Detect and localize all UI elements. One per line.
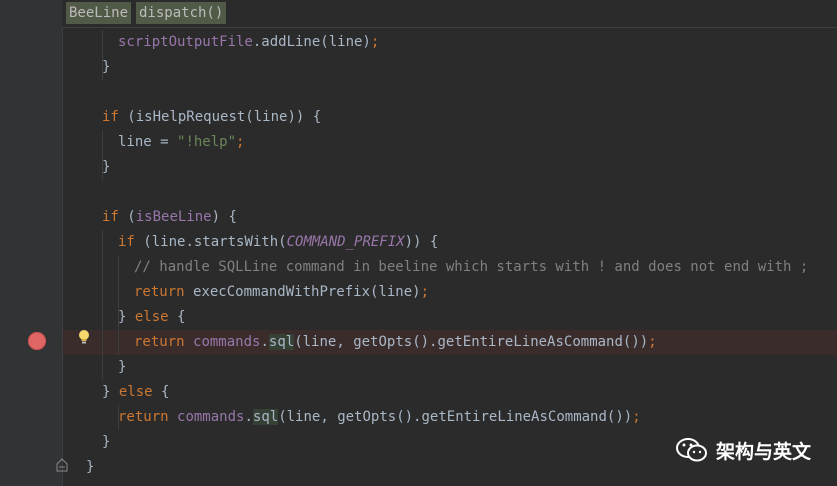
code-token: if [102,109,128,125]
code-token: scriptOutputFile [118,34,253,50]
code-text: } [102,155,110,180]
code-token: else [134,309,178,325]
code-token: ; [648,334,657,350]
code-token: COMMAND_PREFIX [286,234,405,250]
code-line[interactable] [63,180,837,205]
editor-gutter[interactable] [0,0,63,486]
code-line[interactable]: if (isHelpRequest(line)) { [63,105,837,130]
code-token: } [118,309,135,325]
code-line[interactable]: } [63,55,837,80]
code-line-breakpoint[interactable]: return commands.sql(line, getOpts().getE… [63,330,837,355]
code-text: if (line.startsWith(COMMAND_PREFIX)) { [118,230,438,255]
code-token: return [134,284,194,300]
breadcrumb-class[interactable]: BeeLine [66,2,132,24]
code-token: )) { [404,234,439,250]
code-line[interactable]: return commands.sql(line, getOpts().getE… [63,405,837,430]
code-token: ; [370,34,380,50]
code-line[interactable]: // handle SQLLine command in beeline whi… [63,255,837,280]
breakpoint-icon[interactable] [28,332,46,350]
code-token: . [260,334,269,350]
code-token: } [118,359,127,375]
code-token: ; [236,134,245,150]
indent-guide [102,30,103,80]
code-line[interactable]: } else { [63,380,837,405]
code-text: if (isBeeLine) { [102,205,237,230]
code-token: // handle SQLLine command in beeline whi… [134,259,809,275]
code-text: } [102,430,110,455]
code-text: } else { [102,380,169,405]
code-token: } [102,159,111,175]
indent-guide [118,405,119,430]
code-token: "!help" [177,134,237,150]
code-text: return commands.sql(line, getOpts().getE… [134,330,657,355]
indent-guide [102,230,103,380]
code-token: return [118,409,178,425]
code-token: else [118,384,162,400]
code-token: . [244,409,253,425]
code-text: scriptOutputFile.addLine(line); [118,30,379,55]
code-text: } [102,55,110,80]
code-text: return commands.sql(line, getOpts().getE… [118,405,641,430]
code-token: isBeeLine [135,209,212,225]
code-text: // handle SQLLine command in beeline whi… [134,255,808,280]
code-token: (line.startsWith( [143,234,287,250]
code-text: } [86,455,94,480]
code-line[interactable]: line = "!help"; [63,130,837,155]
code-text: } [118,355,126,380]
code-token: { [161,384,170,400]
code-token: { [177,309,186,325]
code-token: } [102,434,111,450]
wechat-icon [675,438,707,462]
code-token: if [102,209,128,225]
code-token: return [134,334,194,350]
breadcrumb-method[interactable]: dispatch() [136,2,227,24]
code-token: } [102,59,111,75]
code-token: commands [177,409,245,425]
code-line[interactable]: } [63,155,837,180]
code-token: .addLine(line) [252,34,371,50]
code-text: if (isHelpRequest(line)) { [102,105,321,130]
code-token: execCommandWithPrefix(line) [193,284,421,300]
code-line[interactable]: } else { [63,305,837,330]
fold-marker-icon[interactable] [56,458,68,472]
code-token: } [102,384,119,400]
code-line[interactable]: if (line.startsWith(COMMAND_PREFIX)) { [63,230,837,255]
code-token: sql [268,334,295,350]
code-token: if [118,234,144,250]
watermark-text: 架构与英文 [715,440,811,463]
code-token: ; [420,284,430,300]
code-line[interactable] [63,80,837,105]
code-line[interactable]: if (isBeeLine) { [63,205,837,230]
code-token: (line, getOpts().getEntireLineAsCommand(… [278,409,633,425]
code-token: line = [118,134,178,150]
watermark: 架构与英文 [675,436,811,464]
code-token: ( [127,209,136,225]
code-token: } [86,459,95,475]
code-line[interactable]: return execCommandWithPrefix(line); [63,280,837,305]
code-text: } else { [118,305,185,330]
code-text: return execCommandWithPrefix(line); [134,280,429,305]
code-token: (isHelpRequest(line)) { [127,109,322,125]
code-token: commands [193,334,261,350]
indent-guide [102,130,103,180]
breadcrumb: BeeLine dispatch() [62,0,837,28]
code-token: (line, getOpts().getEntireLineAsCommand(… [294,334,649,350]
indent-guide [118,255,119,355]
code-line[interactable]: scriptOutputFile.addLine(line); [63,30,837,55]
code-token: ; [632,409,641,425]
code-line[interactable]: } [63,355,837,380]
code-token: sql [252,409,279,425]
lightbulb-icon[interactable] [78,329,90,345]
code-token: ) { [211,209,237,225]
code-text: line = "!help"; [118,130,244,155]
